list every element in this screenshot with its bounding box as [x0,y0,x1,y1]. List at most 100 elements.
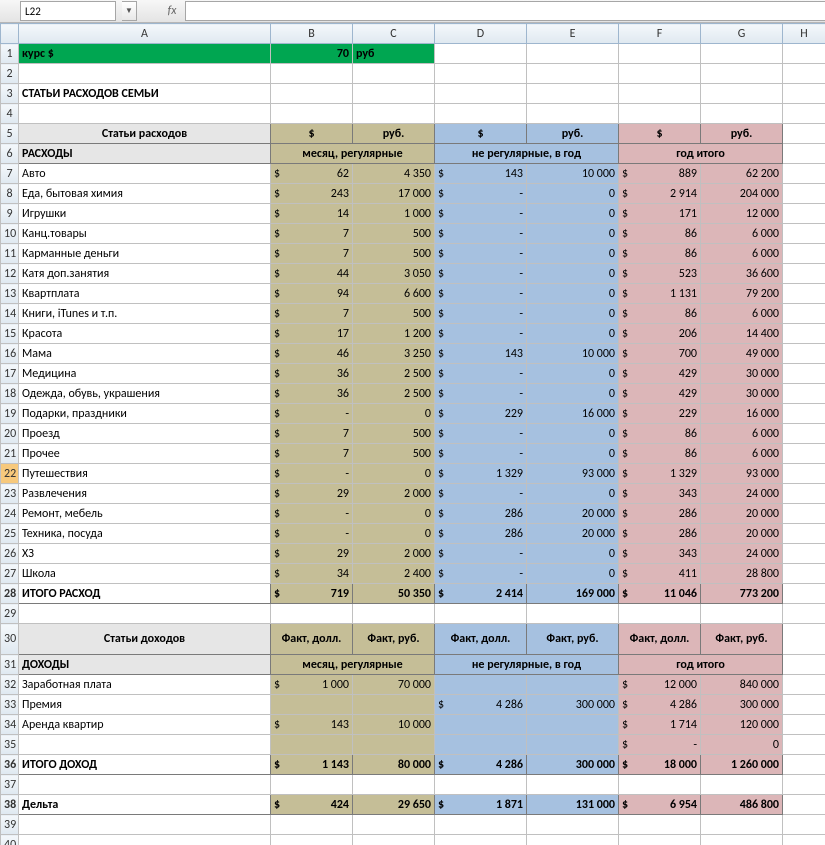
cell[interactable]: $1 871 [435,795,527,815]
cell[interactable]: Аренда квартир [19,715,271,735]
cell[interactable]: 0 [527,244,619,264]
cell[interactable]: 300 000 [527,755,619,775]
cell[interactable]: Мама [19,344,271,364]
cell[interactable]: Премия [19,695,271,715]
cell[interactable]: Подарки, праздники [19,404,271,424]
cell[interactable]: $2 914 [619,184,701,204]
cell[interactable]: 12 000 [701,204,783,224]
cell[interactable]: 1 260 000 [701,755,783,775]
cell[interactable]: $429 [619,384,701,404]
cell[interactable] [353,695,435,715]
cell[interactable]: Прочее [19,444,271,464]
cell[interactable]: курс $ [19,44,271,64]
cell[interactable]: 36 600 [701,264,783,284]
cell[interactable]: $429 [619,364,701,384]
cell[interactable]: $4 286 [435,695,527,715]
cell[interactable]: $286 [435,524,527,544]
table-row[interactable]: 11Карманные деньги$7500$-0$866 000 [1,244,825,264]
spreadsheet-grid[interactable]: A B C D E F G H 1 курс $ 70 руб 2 3СТАТЬ… [0,23,825,845]
cell[interactable]: Факт, долл. [619,624,701,655]
cell[interactable]: 0 [527,364,619,384]
cell[interactable]: ДОХОДЫ [19,655,271,675]
cell[interactable]: 20 000 [527,524,619,544]
cell[interactable]: $- [435,444,527,464]
cell[interactable]: $719 [271,584,353,604]
cell[interactable]: $ [435,124,527,144]
cell[interactable]: 0 [353,464,435,484]
cell[interactable] [527,675,619,695]
cell[interactable]: 0 [527,264,619,284]
fx-icon[interactable]: fx [165,4,179,18]
cell[interactable]: $143 [435,344,527,364]
cell[interactable]: 0 [527,484,619,504]
cell[interactable]: Факт, руб. [527,624,619,655]
cell[interactable]: Факт, руб. [353,624,435,655]
cell[interactable]: 840 000 [701,675,783,695]
cell[interactable]: $286 [619,524,701,544]
table-row[interactable]: 15Красота$171 200$-0$20614 400 [1,324,825,344]
cell[interactable]: $17 [271,324,353,344]
cell[interactable]: $36 [271,364,353,384]
cell[interactable]: РАСХОДЫ [19,144,271,164]
cell[interactable]: 93 000 [527,464,619,484]
cell[interactable]: 29 650 [353,795,435,815]
cell[interactable]: $1 131 [619,284,701,304]
table-row[interactable]: 32Заработная плата$1 00070 000$12 000840… [1,675,825,695]
table-row[interactable]: 7Авто$624 350$14310 000$88962 200 [1,164,825,184]
cell[interactable]: 0 [353,524,435,544]
cell[interactable]: 6 600 [353,284,435,304]
cell[interactable]: 120 000 [701,715,783,735]
table-row[interactable]: 18Одежда, обувь, украшения$362 500$-0$42… [1,384,825,404]
cell[interactable]: $206 [619,324,701,344]
cell[interactable]: 300 000 [527,695,619,715]
cell[interactable]: $- [271,404,353,424]
cell[interactable]: 30 000 [701,384,783,404]
cell[interactable]: 10 000 [527,344,619,364]
cell[interactable]: 0 [353,404,435,424]
cell[interactable]: 6 000 [701,304,783,324]
table-row[interactable]: 19Подарки, праздники$-0$22916 000$22916 … [1,404,825,424]
cell[interactable]: год итого [619,655,783,675]
table-row[interactable]: 10Канц.товары$7500$-0$866 000 [1,224,825,244]
cell[interactable]: 24 000 [701,484,783,504]
cell[interactable]: Авто [19,164,271,184]
cell[interactable]: $523 [619,264,701,284]
cell[interactable]: $62 [271,164,353,184]
table-row[interactable]: 27Школа$342 400$-0$41128 800 [1,564,825,584]
name-box-dropdown[interactable]: ▼ [122,1,137,21]
formula-input[interactable] [185,1,825,21]
cell[interactable]: 10 000 [527,164,619,184]
cell[interactable]: $7 [271,244,353,264]
cell[interactable]: Школа [19,564,271,584]
cell[interactable]: 14 400 [701,324,783,344]
cell[interactable]: $7 [271,424,353,444]
cell[interactable]: Заработная плата [19,675,271,695]
cell[interactable]: Статьи расходов [19,124,271,144]
cell[interactable]: $286 [619,504,701,524]
cell[interactable]: ХЗ [19,544,271,564]
cell[interactable]: Красота [19,324,271,344]
cell[interactable] [271,695,353,715]
cell[interactable]: $- [619,735,701,755]
cell[interactable]: 131 000 [527,795,619,815]
cell[interactable]: год итого [619,144,783,164]
cell[interactable]: 773 200 [701,584,783,604]
cell[interactable]: $343 [619,484,701,504]
cell[interactable]: 0 [527,384,619,404]
cell[interactable]: 6 000 [701,424,783,444]
cell[interactable]: $4 286 [619,695,701,715]
table-row[interactable]: 35$-0 [1,735,825,755]
cell[interactable]: $343 [619,544,701,564]
cell[interactable]: 20 000 [527,504,619,524]
cell[interactable]: 30 000 [701,364,783,384]
cell[interactable]: $- [435,324,527,344]
cell[interactable]: $424 [271,795,353,815]
table-row[interactable]: 13Квартплата$946 600$-0$1 13179 200 [1,284,825,304]
cell[interactable]: 62 200 [701,164,783,184]
cell[interactable]: Квартплата [19,284,271,304]
cell[interactable]: 3 250 [353,344,435,364]
table-row[interactable]: 16Мама$463 250$14310 000$70049 000 [1,344,825,364]
column-headers[interactable]: A B C D E F G H [1,24,825,44]
cell[interactable]: 70 [271,44,353,64]
cell[interactable]: $- [435,384,527,404]
